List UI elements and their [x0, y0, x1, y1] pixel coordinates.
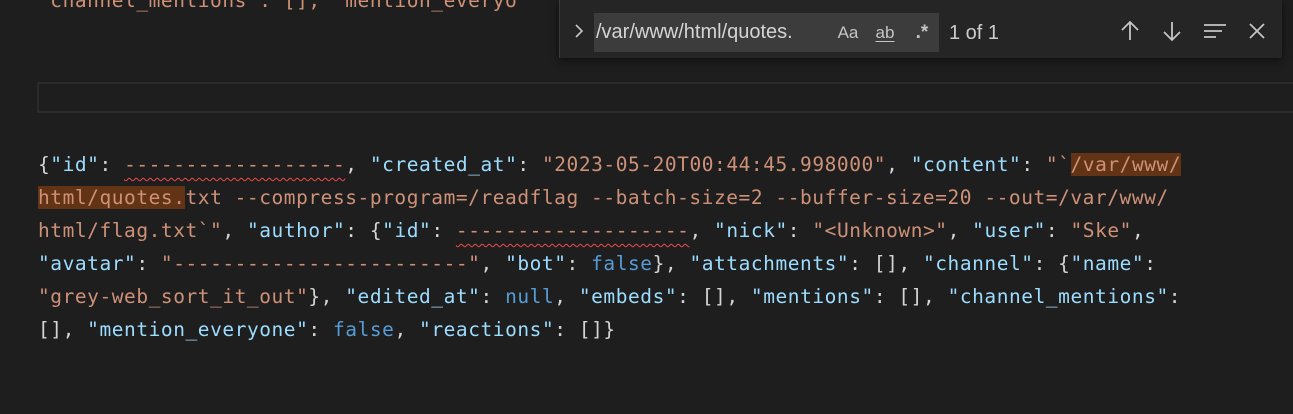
- code-token: ,: [554, 285, 579, 308]
- code-token: : []}: [554, 318, 616, 341]
- code-token: :: [1045, 219, 1071, 242]
- code-token: "edited_at": [345, 285, 481, 308]
- code-token: :: [1168, 285, 1182, 308]
- code-token: ,: [947, 219, 973, 242]
- code-token: "<Unknown>": [812, 219, 948, 242]
- code-token: ,: [689, 219, 715, 242]
- code-token: :: [480, 285, 506, 308]
- code-token: :: [1021, 153, 1046, 176]
- match-case-toggle[interactable]: Aa: [834, 19, 862, 47]
- code-token: ,: [886, 153, 911, 176]
- whole-word-toggle[interactable]: ab: [868, 19, 902, 47]
- code-token: ,: [345, 153, 370, 176]
- code-token: "id": [382, 219, 432, 242]
- chevron-right-icon[interactable]: [568, 16, 590, 46]
- code-token: "created_at": [369, 153, 518, 176]
- code-token: "channel_mentions": [947, 285, 1169, 308]
- code-token: "avatar": [38, 252, 137, 275]
- code-token: "grey-web_sort_it_out": [38, 285, 309, 308]
- code-token: "nick": [714, 219, 788, 242]
- close-icon[interactable]: [1242, 16, 1272, 46]
- code-token: "bot": [505, 252, 567, 275]
- code-token: "mention_everyone": [87, 318, 309, 341]
- code-token: : {: [345, 219, 383, 242]
- find-widget: Aa ab .* 1 of 1: [559, 0, 1282, 58]
- code-token: : [],: [873, 285, 948, 308]
- code-token: :: [431, 219, 456, 242]
- code-line: "avatar": "------------------------", "b…: [38, 247, 1181, 280]
- code-token: false: [591, 252, 653, 275]
- code-line: "grey-web_sort_it_out"}, "edited_at": nu…: [38, 280, 1181, 313]
- code-token: "mentions": [750, 285, 874, 308]
- code-token: "content": [910, 153, 1022, 176]
- code-line: html/quotes.txt --compress-program=/read…: [38, 181, 1181, 214]
- code-token: :: [787, 219, 813, 242]
- code-token: : [],: [849, 252, 923, 275]
- code-token: -------------------: [455, 219, 690, 242]
- match-count: 1 of 1: [949, 22, 1000, 44]
- code-token: "embeds": [578, 285, 678, 308]
- code-token: "user": [972, 219, 1046, 242]
- code-token: : {: [1033, 252, 1071, 275]
- code-token: "name": [1070, 252, 1145, 275]
- code-token: },: [308, 285, 346, 308]
- code-line: html/flag.txt`", "author": {"id": ------…: [38, 214, 1181, 247]
- code-token: "Ske": [1070, 219, 1132, 242]
- code-token: ,: [222, 219, 247, 242]
- code-token: "`: [1045, 153, 1071, 176]
- code-token: ,: [480, 252, 506, 275]
- code-token: "author": [246, 219, 346, 242]
- code-token: : [],: [677, 285, 751, 308]
- code-token: ,: [1131, 219, 1145, 242]
- code-token: :: [99, 153, 125, 176]
- code-token: :: [517, 153, 542, 176]
- code-token: ------------------: [124, 153, 346, 176]
- code-token: txt --compress-program=/readflag --batch…: [185, 186, 1169, 209]
- code-token: :: [566, 252, 592, 275]
- code-token: "channel": [922, 252, 1034, 275]
- find-in-selection-icon[interactable]: [1200, 16, 1230, 46]
- code-token: ,: [394, 318, 420, 341]
- code-token: "id": [50, 153, 100, 176]
- code-token: "attachments": [689, 252, 850, 275]
- code-line: [], "mention_everyone": false, "reaction…: [38, 313, 1181, 346]
- find-input[interactable]: [594, 21, 828, 44]
- code-block: {"id": ------------------, "created_at":…: [38, 148, 1182, 346]
- code-token: "------------------------": [160, 252, 481, 275]
- search-match-highlight: html/quotes.: [38, 186, 186, 209]
- code-line-top: "channel_mentions": [], "mention_everyo: [38, 0, 518, 12]
- code-token: "reactions": [419, 318, 555, 341]
- code-editor[interactable]: "channel_mentions": [], "mention_everyo …: [0, 0, 1293, 414]
- code-token: [],: [38, 318, 88, 341]
- code-token: html/flag.txt`": [38, 219, 223, 242]
- code-token: null: [505, 285, 555, 308]
- code-token: :: [1144, 252, 1157, 275]
- search-match-highlight: /var/www/: [1070, 153, 1182, 176]
- code-token: :: [308, 318, 333, 341]
- code-token: false: [333, 318, 395, 341]
- find-input-container: Aa ab .*: [594, 13, 939, 52]
- code-token: },: [652, 252, 690, 275]
- code-token: :: [136, 252, 161, 275]
- arrow-up-icon[interactable]: [1115, 16, 1145, 46]
- arrow-down-icon[interactable]: [1157, 16, 1187, 46]
- code-token: "2023-05-20T00:44:45.998000": [541, 153, 887, 176]
- code-line: {"id": ------------------, "created_at":…: [38, 148, 1182, 181]
- regex-toggle[interactable]: .*: [908, 19, 936, 47]
- empty-line-box: [37, 82, 1293, 113]
- code-token: {: [38, 153, 51, 176]
